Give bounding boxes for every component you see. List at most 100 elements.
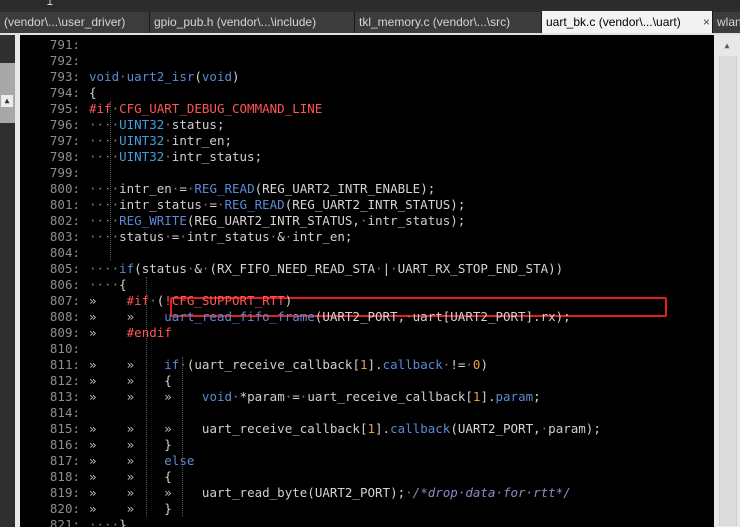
code-token: UART_RX_STOP_END_STA	[397, 261, 549, 276]
code-line[interactable]: 805: ····if(status·&·(RX_FIFO_NEED_READ_S…	[20, 261, 714, 277]
code-token: )	[284, 293, 293, 308]
code-line[interactable]: 811: » » if·(uart_receive_callback[1].cal…	[20, 357, 714, 373]
code-line[interactable]: 792:	[20, 53, 714, 69]
code-token: status;	[171, 117, 225, 132]
line-number: 815:	[49, 421, 80, 436]
code-line[interactable]: 793: void·uart2_isr(void)	[20, 69, 714, 85]
tab-label: uart_bk.c (vendor\...\uart)	[546, 15, 681, 29]
code-line[interactable]: 821: ····}	[20, 517, 714, 527]
line-number: 804:	[49, 245, 80, 260]
code-line[interactable]: 798: ····UINT32·intr_status;	[20, 149, 714, 165]
line-number: 812:	[49, 373, 80, 388]
scrollbar-thumb[interactable]	[719, 56, 737, 526]
code-token: ;	[533, 389, 541, 404]
code-line[interactable]: 808: » » uart_read_fifo_frame(UART2_PORT,…	[20, 309, 714, 325]
tab-tkl-memory-c[interactable]: tkl_memory.c (vendor\...\src)	[355, 12, 542, 33]
code-line[interactable]: 802: ····REG_WRITE(REG_UART2_INTR_STATUS,…	[20, 213, 714, 229]
code-token: (	[254, 181, 263, 196]
tab-gpio-pub-h[interactable]: gpio_pub.h (vendor\...\include)	[150, 12, 355, 33]
vertical-scrollbar[interactable]: ▲	[714, 35, 740, 527]
code-token: intr_en	[119, 181, 172, 196]
line-number: 811:	[49, 357, 80, 372]
left-panel: ▲	[0, 35, 15, 527]
code-line[interactable]: 801: ····intr_status·=·REG_READ(REG_UART2…	[20, 197, 714, 213]
code-token: uart_receive_callback[	[194, 357, 360, 372]
code-token: »	[164, 421, 172, 436]
code-line[interactable]: 809: » #endif	[20, 325, 714, 341]
code-line[interactable]: 814:	[20, 405, 714, 421]
code-line[interactable]: 810:	[20, 341, 714, 357]
code-line[interactable]: 800: ····intr_en·=·REG_READ(REG_UART2_INT…	[20, 181, 714, 197]
code-line[interactable]: 812: » » {	[20, 373, 714, 389]
code-text: ····{	[89, 277, 127, 293]
code-token: 1	[359, 357, 368, 372]
code-token: »	[89, 421, 97, 436]
code-line[interactable]: 799:	[20, 165, 714, 181]
code-line[interactable]: 806: ····{	[20, 277, 714, 293]
code-token: uart_receive_callback[	[307, 389, 473, 404]
code-line[interactable]: 813:» » » void·*param·=·uart_receive_cal…	[20, 389, 714, 405]
code-line[interactable]: 817: » » else	[20, 453, 714, 469]
code-token: ····	[89, 133, 120, 148]
code-token: =	[292, 389, 300, 404]
tab-uart-bk-c[interactable]: uart_bk.c (vendor\...\uart) ×	[542, 11, 713, 33]
code-token: uart[UART2_PORT].rx);	[412, 309, 571, 324]
code-line[interactable]: 791:	[20, 37, 714, 53]
code-token: |	[382, 261, 391, 276]
code-token: #endif	[126, 325, 172, 340]
code-line[interactable]: 794: {	[20, 85, 714, 101]
code-token: »	[89, 357, 97, 372]
tab-user-driver[interactable]: (vendor\...\user_driver)	[0, 12, 150, 33]
code-token: ····	[89, 181, 120, 196]
code-token: {	[164, 373, 172, 388]
code-token: ·	[179, 357, 187, 372]
code-token: ····	[89, 229, 120, 244]
collapse-up-icon[interactable]: ▲	[1, 95, 13, 107]
code-token: =	[179, 181, 187, 196]
tab-wlan[interactable]: wlan	[713, 12, 740, 33]
code-line[interactable]: 797: ····UINT32·intr_en;	[20, 133, 714, 149]
code-token: !CFG_SUPPORT_RTT	[164, 293, 285, 308]
code-text: ····status·=·intr_status·&·intr_en;	[89, 229, 352, 245]
code-token: ·	[149, 293, 157, 308]
code-text: » » » void·*param·=·uart_receive_callbac…	[89, 389, 541, 405]
code-line[interactable]: 816: » » }	[20, 437, 714, 453]
title-strip: ⊥	[0, 0, 740, 9]
code-line[interactable]: 815: » » » uart_receive_callback[1].callb…	[20, 421, 714, 437]
code-token: }	[164, 501, 172, 516]
code-token: »	[164, 485, 172, 500]
code-token: UART2_PORT,	[322, 309, 406, 324]
line-number: 796:	[49, 117, 80, 132]
code-line[interactable]: 819: » » » uart_read_byte(UART2_PORT);·/*…	[20, 485, 714, 501]
code-text: » » {	[89, 469, 172, 485]
code-token: /*drop·data·for·rtt*/	[412, 485, 571, 500]
code-line[interactable]: 803: ····status·=·intr_status·&·intr_en;	[20, 229, 714, 245]
line-number: 816:	[49, 437, 80, 452]
code-token: CFG_UART_DEBUG_COMMAND_LINE	[119, 101, 323, 116]
tab-close-icon[interactable]: ×	[703, 11, 710, 33]
line-number: 809:	[49, 325, 80, 340]
code-token: void	[89, 69, 120, 84]
code-text: ····if(status·&·(RX_FIFO_NEED_READ_STA·|…	[89, 261, 563, 277]
tab-label: (vendor\...\user_driver)	[4, 15, 126, 29]
code-token: param	[247, 389, 285, 404]
code-line[interactable]: 818: » » {	[20, 469, 714, 485]
code-token: ·	[111, 101, 120, 116]
code-line[interactable]: 807: » #if·(!CFG_SUPPORT_RTT)	[20, 293, 714, 309]
code-line[interactable]: 796: ····UINT32·status;	[20, 117, 714, 133]
code-editor[interactable]: 791: 792: 793: void·uart2_isr(void) 794:{795…	[20, 35, 714, 527]
scroll-up-icon[interactable]: ▲	[721, 40, 733, 52]
code-token: param	[495, 389, 534, 404]
code-line[interactable]: 795: #if·CFG_UART_DEBUG_COMMAND_LINE	[20, 101, 714, 117]
code-text: » » else	[89, 453, 194, 469]
code-line[interactable]: 820: » » }	[20, 501, 714, 517]
code-line[interactable]: 804:	[20, 245, 714, 261]
